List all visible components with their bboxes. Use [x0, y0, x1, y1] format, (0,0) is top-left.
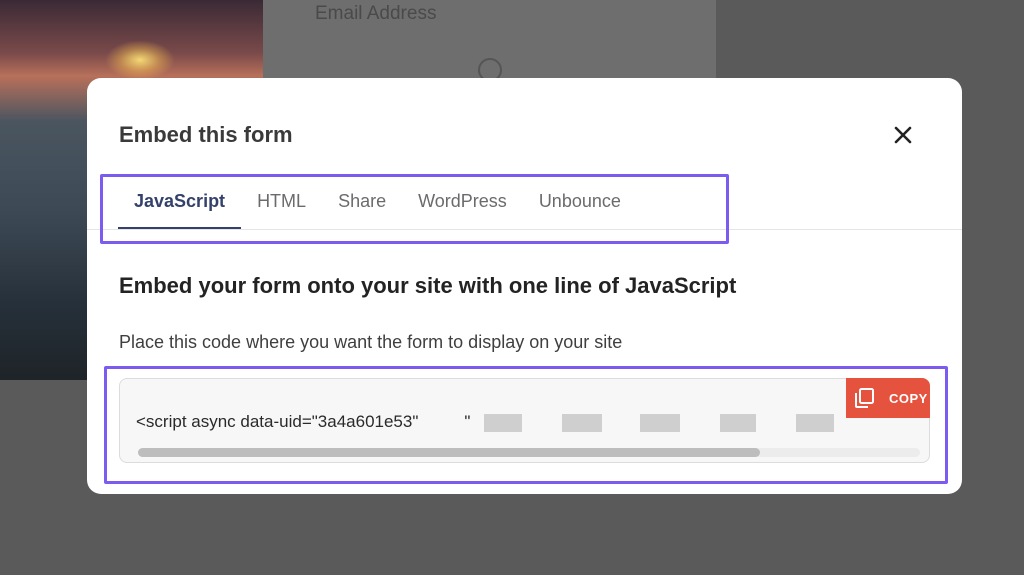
modal-title: Embed this form — [119, 122, 293, 147]
close-icon — [894, 126, 912, 144]
tabs-highlight-outline — [100, 174, 729, 244]
background-email-label: Email Address — [315, 3, 437, 24]
close-button[interactable] — [890, 122, 916, 148]
code-highlight-outline — [104, 366, 948, 484]
section-subtext: Place this code where you want the form … — [119, 332, 623, 352]
section-heading: Embed your form onto your site with one … — [119, 273, 737, 298]
background-sun-glow — [105, 40, 175, 80]
